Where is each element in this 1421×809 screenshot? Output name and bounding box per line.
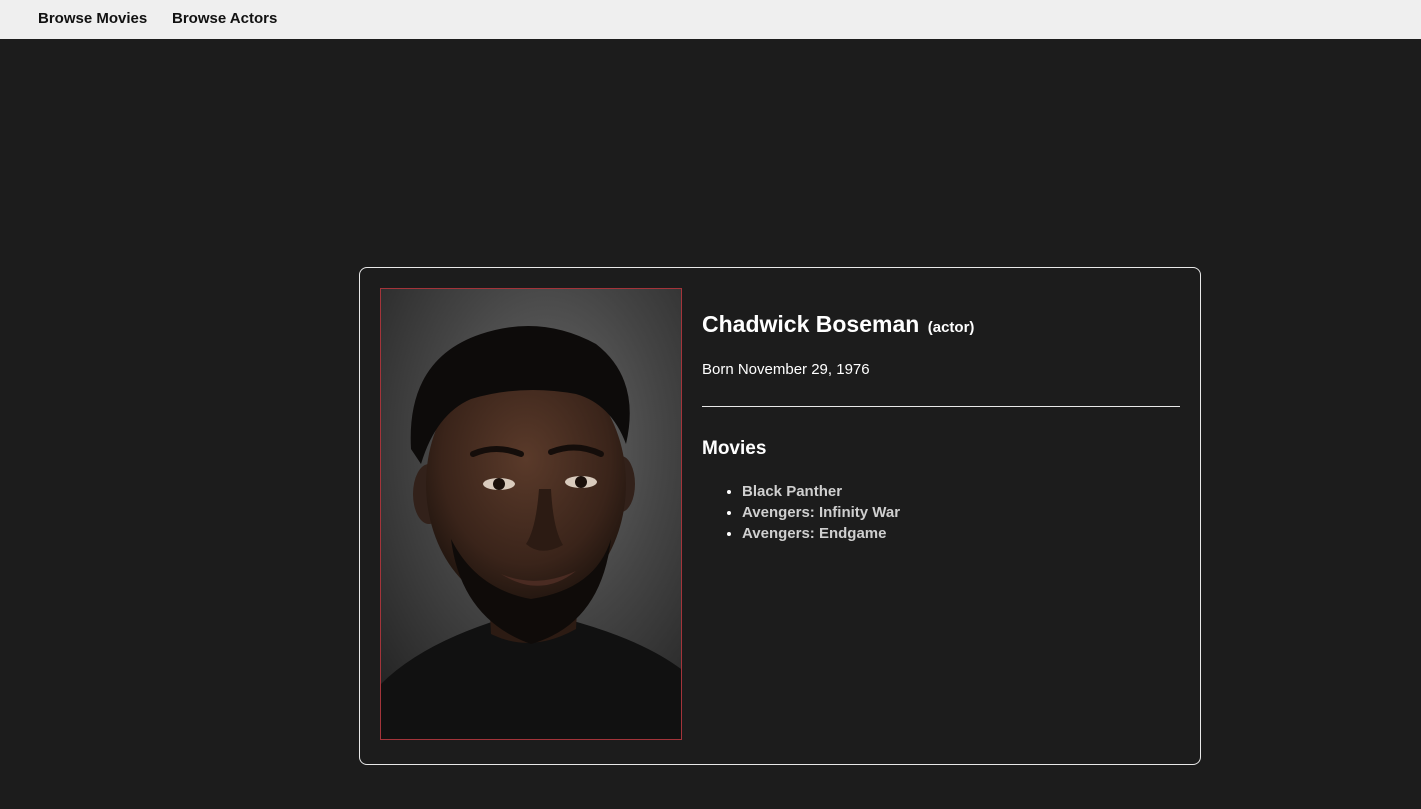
top-nav-bar: Browse Movies Browse Actors bbox=[0, 0, 1421, 39]
actor-card: Chadwick Boseman (actor) Born November 2… bbox=[359, 267, 1201, 765]
movies-heading: Movies bbox=[702, 438, 767, 459]
movie-list: Black Panther Avengers: Infinity War Ave… bbox=[702, 481, 900, 544]
actor-title-line: Chadwick Boseman (actor) bbox=[702, 311, 974, 338]
movie-list-item[interactable]: Avengers: Infinity War bbox=[742, 502, 900, 523]
movie-list-item[interactable]: Avengers: Endgame bbox=[742, 523, 900, 544]
actor-role-label: (actor) bbox=[927, 319, 975, 336]
actor-photo bbox=[380, 288, 682, 740]
actor-photo-image bbox=[381, 289, 681, 739]
actor-birth-date: Born November 29, 1976 bbox=[702, 361, 870, 378]
actor-name: Chadwick Boseman bbox=[702, 311, 920, 337]
nav-browse-actors-link[interactable]: Browse Actors bbox=[172, 10, 277, 27]
movie-list-item[interactable]: Black Panther bbox=[742, 481, 900, 502]
section-divider bbox=[702, 406, 1180, 407]
nav-browse-movies-link[interactable]: Browse Movies bbox=[38, 10, 147, 27]
